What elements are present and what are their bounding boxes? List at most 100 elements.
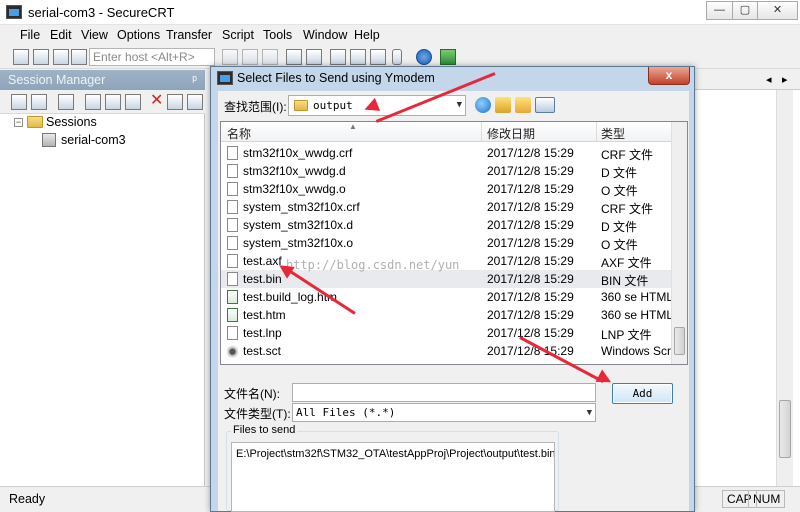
keymap-icon[interactable]: [392, 49, 402, 65]
column-date[interactable]: 修改日期: [487, 125, 535, 142]
global-options-icon[interactable]: [350, 49, 366, 65]
column-name[interactable]: 名称: [227, 125, 251, 142]
table-row[interactable]: system_stm32f10x.o 2017/12/8 15:29 O 文件: [221, 234, 671, 252]
table-row[interactable]: test.htm 2017/12/8 15:29 360 se HTML: [221, 306, 671, 324]
file-name-cell: system_stm32f10x.d: [243, 218, 354, 232]
session-options-icon[interactable]: [330, 49, 346, 65]
help-icon[interactable]: [416, 49, 432, 65]
table-row[interactable]: stm32f10x_wwdg.d 2017/12/8 15:29 D 文件: [221, 162, 671, 180]
menu-transfer[interactable]: Transfer: [166, 28, 212, 42]
sm-delete-icon[interactable]: ✕: [150, 93, 166, 110]
menu-bar: File Edit View Options Transfer Script T…: [0, 25, 800, 45]
menu-file[interactable]: File: [20, 28, 40, 42]
dialog-close-button[interactable]: x: [648, 67, 690, 85]
file-list-scrollbar[interactable]: [671, 122, 687, 364]
up-folder-icon[interactable]: [495, 97, 511, 113]
files-to-send-list[interactable]: E:\Project\stm32f\STM32_OTA\testAppProj\…: [231, 442, 555, 512]
maximize-button[interactable]: ▢: [732, 1, 758, 20]
host-input[interactable]: Enter host <Alt+R>: [89, 48, 215, 66]
menu-tools[interactable]: Tools: [263, 28, 292, 42]
tree-expander-icon[interactable]: −: [14, 118, 23, 127]
chevron-down-icon[interactable]: ▼: [587, 408, 592, 418]
minimize-button[interactable]: —: [706, 1, 733, 20]
dialog-app-icon: [217, 71, 233, 85]
menu-help[interactable]: Help: [354, 28, 380, 42]
menu-script[interactable]: Script: [222, 28, 254, 42]
tree-item-serial-com3[interactable]: serial-com3: [61, 133, 126, 147]
session-manager-toolbar: ✕: [0, 90, 205, 114]
session-tree: − Sessions serial-com3: [0, 114, 205, 486]
table-row[interactable]: test.build_log.htm 2017/12/8 15:29 360 se …: [221, 288, 671, 306]
securefx-icon[interactable]: [440, 49, 456, 65]
table-row[interactable]: system_stm32f10x.d 2017/12/8 15:29 D 文件: [221, 216, 671, 234]
reconnect-icon[interactable]: [71, 49, 87, 65]
window-title: serial-com3 - SecureCRT: [28, 5, 175, 20]
look-in-label: 查找范围(I):: [224, 100, 287, 114]
file-type-cell: D 文件: [601, 166, 638, 180]
status-text: Ready: [9, 492, 46, 506]
file-list: 名称 ▲ 修改日期 类型 stm32f10x_wwdg.crf 2017/12/8…: [220, 121, 688, 365]
sm-connect-icon[interactable]: [11, 94, 27, 110]
tab-scroll-left-icon[interactable]: ◂: [766, 73, 772, 86]
back-icon[interactable]: [475, 97, 491, 113]
close-button[interactable]: ✕: [757, 1, 798, 20]
copy-icon[interactable]: [222, 49, 238, 65]
print-icon[interactable]: [286, 49, 302, 65]
sm-cut-icon[interactable]: [85, 94, 101, 110]
table-row[interactable]: stm32f10x_wwdg.o 2017/12/8 15:29 O 文件: [221, 180, 671, 198]
list-item[interactable]: E:\Project\stm32f\STM32_OTA\testAppProj\…: [236, 448, 554, 460]
serial-session-icon: [42, 133, 56, 147]
table-row[interactable]: test.lnp 2017/12/8 15:29 LNP 文件: [221, 324, 671, 342]
file-name-input[interactable]: [292, 383, 596, 402]
menu-view[interactable]: View: [81, 28, 108, 42]
tree-item-sessions[interactable]: Sessions: [46, 115, 97, 129]
sm-new-folder-icon[interactable]: [58, 94, 74, 110]
table-row[interactable]: system_stm32f10x.crf 2017/12/8 15:29 CRF 文…: [221, 198, 671, 216]
view-menu-icon[interactable]: [535, 97, 555, 113]
sm-new-session-icon[interactable]: [167, 94, 183, 110]
file-name-cell: test.build_log.htm: [243, 290, 338, 304]
add-button[interactable]: Add: [612, 383, 673, 404]
sm-connect-tab-icon[interactable]: [31, 94, 47, 110]
file-type-cell: D 文件: [601, 220, 638, 234]
sm-paste-icon[interactable]: [125, 94, 141, 110]
find-icon[interactable]: [262, 49, 278, 65]
sm-properties-icon[interactable]: [187, 94, 203, 110]
file-date-cell: 2017/12/8 15:29: [487, 344, 574, 358]
html-file-icon: [227, 290, 238, 304]
session-manager-header: Session Manager ᵖ: [0, 70, 205, 90]
column-separator[interactable]: [596, 122, 597, 142]
tab-scroll-right-icon[interactable]: ▸: [782, 73, 788, 86]
file-name-cell: stm32f10x_wwdg.crf: [243, 146, 353, 160]
terminal-scrollbar-thumb[interactable]: [779, 400, 791, 458]
connect-tab-icon[interactable]: [53, 49, 69, 65]
file-list-scrollbar-thumb[interactable]: [674, 327, 685, 355]
menu-edit[interactable]: Edit: [50, 28, 72, 42]
column-separator[interactable]: [481, 122, 482, 142]
connect-icon[interactable]: [13, 49, 29, 65]
tools-icon[interactable]: [370, 49, 386, 65]
terminal-scrollbar[interactable]: [776, 90, 793, 486]
column-type[interactable]: 类型: [601, 125, 625, 142]
pin-icon[interactable]: ᵖ: [192, 73, 197, 87]
chevron-down-icon[interactable]: ▼: [457, 100, 462, 110]
file-type-cell: 360 se HTML: [601, 308, 671, 322]
sm-copy-icon[interactable]: [105, 94, 121, 110]
menu-window[interactable]: Window: [303, 28, 347, 42]
securecrt-window: serial-com3 - SecureCRT — ▢ ✕ File Edit …: [0, 0, 800, 512]
paste-icon[interactable]: [242, 49, 258, 65]
table-row[interactable]: test.sct 2017/12/8 15:29 Windows Scr: [221, 342, 671, 360]
file-icon: [227, 146, 238, 160]
file-icon: [227, 326, 238, 340]
new-folder-icon[interactable]: [515, 97, 531, 113]
file-type-label: 文件类型(T):: [224, 407, 291, 421]
menu-options[interactable]: Options: [117, 28, 160, 42]
file-type-combo[interactable]: All Files (*.*) ▼: [292, 403, 596, 422]
table-row[interactable]: stm32f10x_wwdg.crf 2017/12/8 15:29 CRF 文件: [221, 144, 671, 162]
file-type-cell: O 文件: [601, 238, 638, 252]
print-screen-icon[interactable]: [306, 49, 322, 65]
folder-icon: [294, 100, 308, 111]
quick-connect-icon[interactable]: [33, 49, 49, 65]
file-icon: [227, 218, 238, 232]
file-icon: [227, 182, 238, 196]
